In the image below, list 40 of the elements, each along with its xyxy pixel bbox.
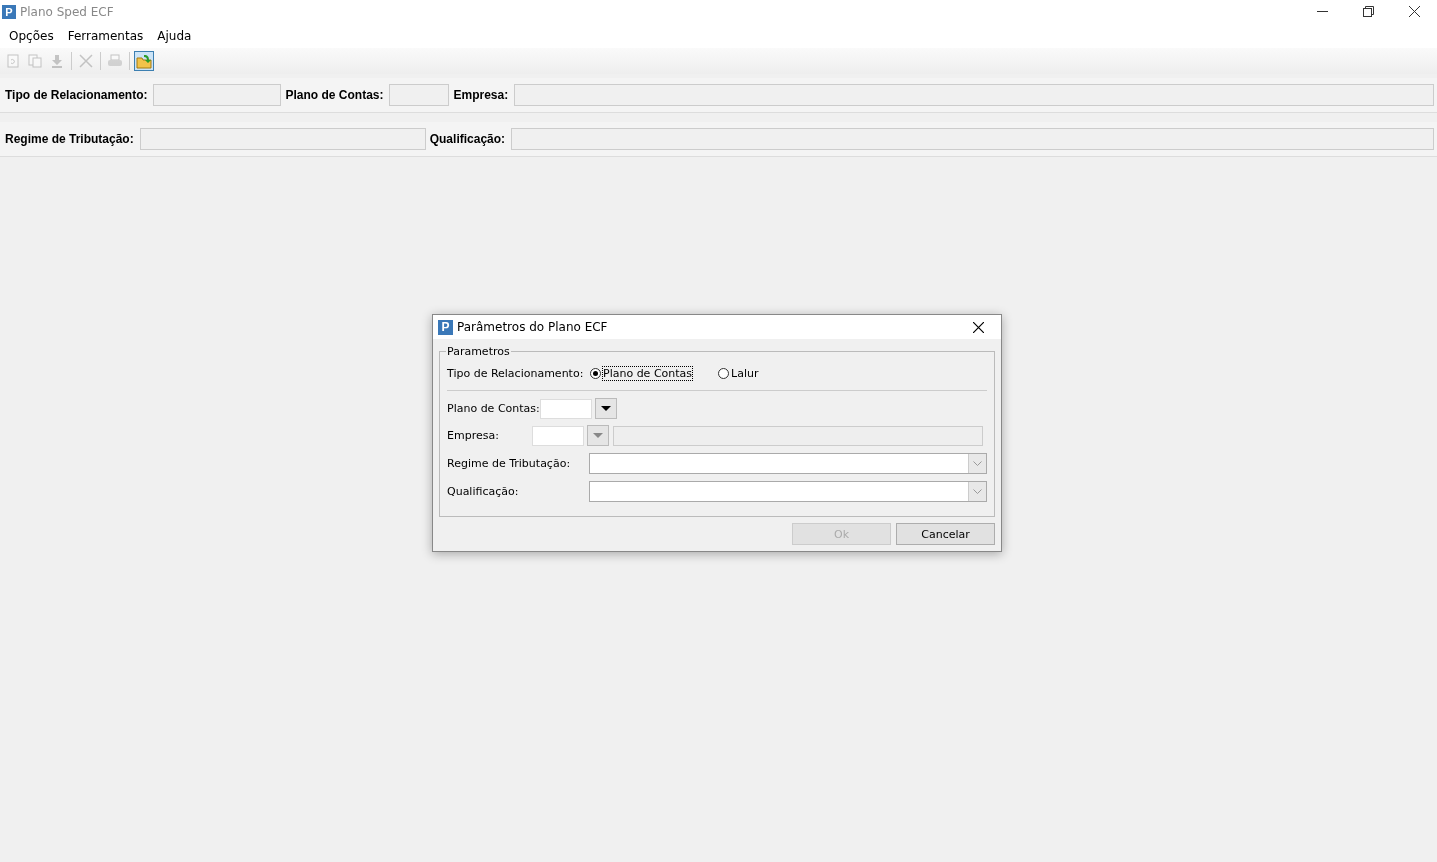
document-icon xyxy=(7,54,19,68)
printer-icon xyxy=(107,54,123,68)
chevron-down-icon xyxy=(973,460,982,467)
field-label: Tipo de Relacionamento: xyxy=(447,366,585,380)
download-icon xyxy=(50,54,64,68)
field-label: Empresa: xyxy=(453,88,509,102)
dropdown-button[interactable] xyxy=(594,398,617,419)
restore-icon[interactable] xyxy=(1362,6,1374,17)
menu-item[interactable]: Opções xyxy=(2,28,61,43)
field-label: Qualificação: xyxy=(447,485,520,498)
close-icon[interactable] xyxy=(1408,6,1420,17)
cancel-button[interactable]: Cancelar xyxy=(896,523,995,545)
folder-icon xyxy=(136,53,152,69)
dropdown-field[interactable] xyxy=(589,481,987,502)
close-icon[interactable] xyxy=(972,321,984,333)
dialog-title: Parâmetros do Plano ECF xyxy=(457,320,608,334)
close-icon xyxy=(79,54,93,68)
field-label: Empresa: xyxy=(447,429,500,442)
field-label: Regime de Tributação: xyxy=(447,457,572,470)
copy-icon xyxy=(28,54,42,68)
minimize-icon[interactable] xyxy=(1316,10,1328,13)
field-label: Tipo de Relacionamento: xyxy=(5,88,148,102)
field-label: Qualificação: xyxy=(429,132,506,146)
chevron-down-icon xyxy=(973,488,982,495)
radio-option[interactable]: Lalur xyxy=(718,366,759,380)
window-title: Plano Sped ECF xyxy=(20,4,114,19)
field-label: Plano de Contas: xyxy=(447,402,540,415)
toolbar-button[interactable] xyxy=(134,51,154,71)
menu-item[interactable]: Ajuda xyxy=(150,28,199,43)
app-logo: P xyxy=(438,319,453,335)
input-field[interactable] xyxy=(532,425,584,446)
read-only-field xyxy=(389,84,450,106)
dropdown-field[interactable] xyxy=(589,453,987,474)
group-title: Parametros xyxy=(446,345,511,358)
menu-item[interactable]: Ferramentas xyxy=(60,28,151,43)
app-logo: P xyxy=(2,4,16,19)
field-label: Plano de Contas: xyxy=(285,88,384,102)
field-label: Regime de Tributação: xyxy=(5,132,134,146)
input-field[interactable] xyxy=(539,398,592,419)
radio-option[interactable]: Plano de Contas xyxy=(590,366,693,380)
